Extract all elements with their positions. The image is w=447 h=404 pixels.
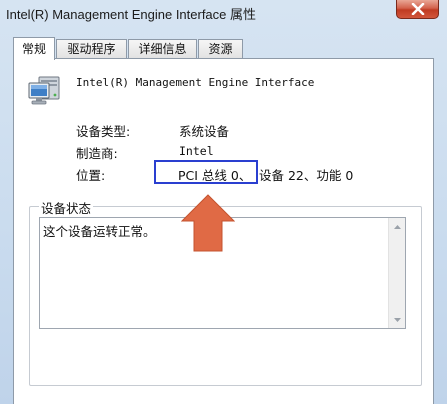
properties-window: Intel(R) Management Engine Interface 属性 … xyxy=(0,0,447,404)
chevron-up-icon xyxy=(393,224,401,229)
device-name: Intel(R) Management Engine Interface xyxy=(76,76,315,89)
tab-resources[interactable]: 资源 xyxy=(198,39,243,58)
close-icon xyxy=(411,3,424,15)
title-bar[interactable]: Intel(R) Management Engine Interface 属性 xyxy=(0,0,447,26)
up-arrow-icon xyxy=(181,194,235,252)
location-highlight-box: PCI 总线 0、 xyxy=(154,160,258,184)
window-title: Intel(R) Management Engine Interface 属性 xyxy=(6,7,257,22)
scroll-up-button[interactable] xyxy=(389,218,405,235)
device-status-text: 这个设备运转正常。 xyxy=(43,224,156,239)
general-tab-panel: Intel(R) Management Engine Interface 设备类… xyxy=(13,58,434,404)
device-status-legend: 设备状态 xyxy=(39,198,94,217)
device-type-label: 设备类型: xyxy=(76,124,131,139)
close-button[interactable] xyxy=(396,0,439,19)
manufacturer-value: Intel xyxy=(179,144,214,158)
status-scrollbar[interactable] xyxy=(388,218,405,328)
manufacturer-label: 制造商: xyxy=(76,146,118,161)
computer-device-icon xyxy=(28,76,60,105)
tab-driver[interactable]: 驱动程序 xyxy=(56,39,127,58)
scroll-down-button[interactable] xyxy=(389,311,405,328)
chevron-down-icon xyxy=(393,317,401,322)
device-type-value: 系统设备 xyxy=(179,124,230,139)
tab-details[interactable]: 详细信息 xyxy=(128,39,197,58)
location-value-highlighted: PCI 总线 0、 xyxy=(178,168,252,183)
location-value-rest: 设备 22、功能 0 xyxy=(259,168,354,183)
location-label: 位置: xyxy=(76,168,106,183)
tab-general[interactable]: 常规 xyxy=(13,37,55,60)
